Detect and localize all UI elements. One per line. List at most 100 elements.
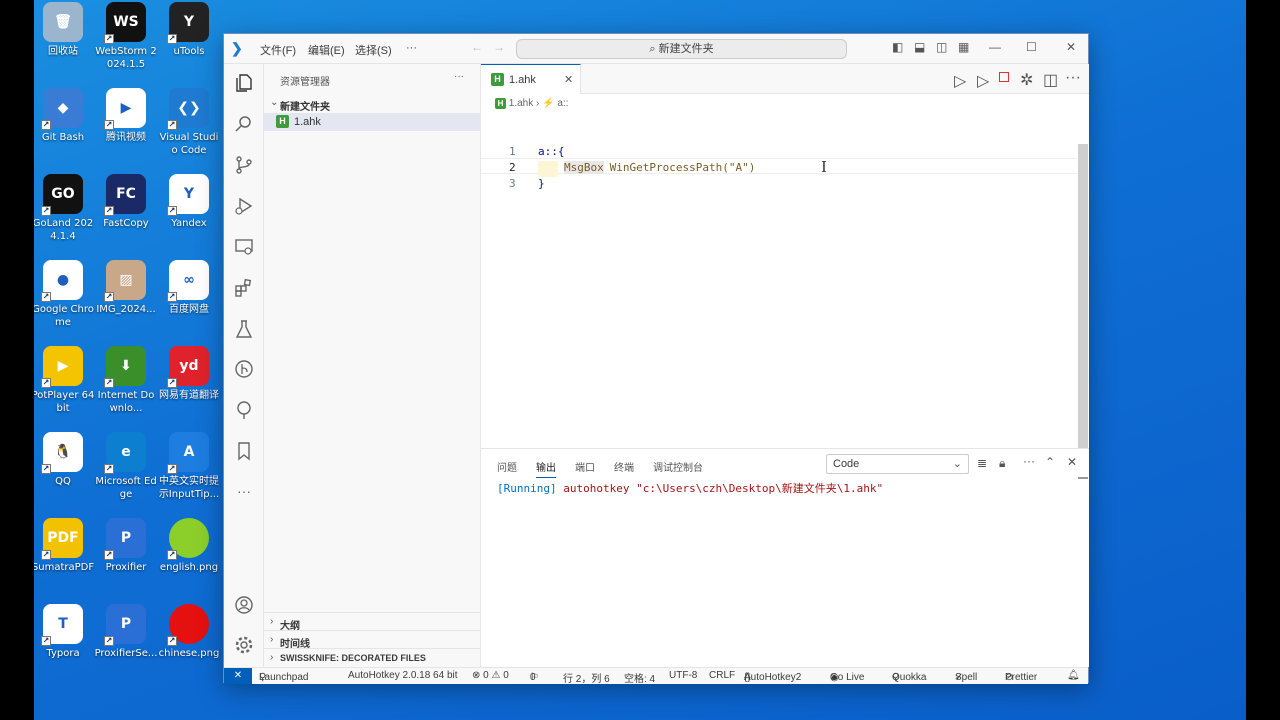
line-text: a::{ xyxy=(538,145,565,158)
debug-bug-icon[interactable]: ✲ xyxy=(1020,70,1033,90)
notifications-bell-icon[interactable]: 🔔︎ xyxy=(1067,670,1080,681)
source-control-icon[interactable] xyxy=(233,154,255,176)
tab-output[interactable]: 输出 xyxy=(536,459,556,478)
toggle-sidebar-icon[interactable]: ◧ xyxy=(892,40,903,54)
swissknife-section[interactable]: › SWISSKNIFE: DECORATED FILES xyxy=(264,648,480,666)
desktop-icon[interactable]: GO ↗ GoLand 2024.1.4 xyxy=(34,172,95,256)
indentation[interactable]: 空格: 4 xyxy=(624,670,655,685)
timeline-section[interactable]: › 时间线 xyxy=(264,630,480,650)
desktop-icon-label: ProxifierSe... xyxy=(94,648,158,659)
editor-scrollbar[interactable] xyxy=(1078,144,1088,452)
title-bar: ❯ 文件(F) 编辑(E) 选择(S) ··· ← → ⌕ 新建文件夹 ◧ ⬓ … xyxy=(224,34,1088,64)
msgbox-keyword: MsgBox xyxy=(564,161,604,174)
panel-scrollbar[interactable] xyxy=(1078,477,1088,479)
desktop-icon[interactable]: 🗑 回收站 xyxy=(34,0,95,84)
back-arrow-icon[interactable]: ← xyxy=(471,40,483,54)
forward-arrow-icon[interactable]: → xyxy=(493,40,505,54)
maximize-panel-icon[interactable]: ⌃ xyxy=(1045,455,1055,469)
breadcrumb-file[interactable]: 1.ahk xyxy=(509,98,533,109)
more-views-icon[interactable]: ··· xyxy=(233,480,255,502)
lock-icon[interactable]: 🔒︎ xyxy=(999,456,1005,471)
outline-section[interactable]: › 大纲 xyxy=(264,612,480,632)
app-icon: ▨ ↗ xyxy=(104,260,146,302)
extensions-icon[interactable] xyxy=(233,277,255,299)
desktop-icon[interactable]: e ↗ Microsoft Edge xyxy=(94,430,158,514)
desktop-icon[interactable]: Y ↗ Yandex xyxy=(157,172,221,256)
code-lines[interactable]: 1 a::{ 2 MsgBox WinGetProcessPath("A") 3… xyxy=(481,145,1077,193)
output-panel: 问题 输出 端口 终端 调试控制台 Code ⌄ ≣ 🔒︎ ··· ⌃ ✕ [R… xyxy=(481,448,1089,667)
clear-output-icon[interactable]: ≣ xyxy=(977,456,987,470)
menu-more[interactable]: ··· xyxy=(406,42,417,54)
chevron-right-icon: › xyxy=(270,616,274,627)
close-button[interactable]: ✕ xyxy=(1066,40,1076,54)
end-of-line[interactable]: CRLF xyxy=(709,670,735,681)
desktop-icon[interactable]: ▶ ↗ 腾讯视频 xyxy=(94,86,158,170)
explorer-more-button[interactable]: ··· xyxy=(454,71,464,82)
folder-row[interactable]: ⌄ 新建文件夹 xyxy=(264,96,480,113)
testing-flask-icon[interactable] xyxy=(233,318,255,340)
ahk-version[interactable]: AutoHotkey 2.0.18 64 bit xyxy=(348,670,458,681)
explorer-sidebar: 资源管理器 ··· ⌄ 新建文件夹 H 1.ahk › 大纲 › 时间线 › S… xyxy=(264,64,481,667)
problems-count[interactable]: ⊗ 0 ⚠ 0 xyxy=(472,670,509,681)
cursor-position[interactable]: 行 2，列 6 xyxy=(563,670,610,685)
desktop-icon[interactable]: PDF ↗ SumatraPDF xyxy=(34,516,95,600)
desktop-icon[interactable]: ▨ ↗ IMG_2024... xyxy=(94,258,158,342)
bookmarks-icon[interactable] xyxy=(233,440,255,462)
explorer-icon[interactable] xyxy=(233,72,255,94)
breadcrumb-symbol[interactable]: a:: xyxy=(557,98,568,109)
editor-more-icon[interactable]: ··· xyxy=(1065,69,1081,87)
desktop-icon[interactable]: ◆ ↗ Git Bash xyxy=(34,86,95,170)
minimize-button[interactable]: — xyxy=(989,40,1001,54)
toggle-secondary-sidebar-icon[interactable]: ◫ xyxy=(936,40,947,54)
stop-icon[interactable] xyxy=(999,72,1009,82)
tab-problems[interactable]: 问题 xyxy=(497,459,517,474)
customize-layout-icon[interactable]: ▦ xyxy=(958,40,969,54)
desktop-icon[interactable]: T ↗ Typora xyxy=(34,602,95,686)
tab-1-ahk[interactable]: H 1.ahk ✕ xyxy=(481,64,581,94)
run-code-icon[interactable]: ▷ xyxy=(977,71,989,91)
desktop-icon[interactable]: WS ↗ WebStorm 2024.1.5 xyxy=(94,0,158,84)
split-editor-icon[interactable]: ◫ xyxy=(1043,70,1058,90)
desktop-icon[interactable]: P ↗ ProxifierSe... xyxy=(94,602,158,686)
desktop-icon-label: Visual Studio Code xyxy=(159,132,219,156)
maximize-button[interactable]: ☐ xyxy=(1026,40,1037,54)
desktop-icon[interactable]: ▶ ↗ PotPlayer 64 bit xyxy=(34,344,95,428)
remote-indicator[interactable]: ✕ xyxy=(224,668,252,684)
menu-file[interactable]: 文件(F) xyxy=(260,42,296,58)
desktop-icon[interactable]: ↗ chinese.png xyxy=(157,602,221,686)
desktop-icon[interactable]: ❮❯ ↗ Visual Studio Code xyxy=(157,86,221,170)
desktop-icon[interactable]: P ↗ Proxifier xyxy=(94,516,158,600)
git-graph-icon[interactable] xyxy=(233,358,255,380)
desktop-icon[interactable]: FC ↗ FastCopy xyxy=(94,172,158,256)
output-channel-select[interactable]: Code ⌄ xyxy=(826,454,969,474)
menu-edit[interactable]: 编辑(E) xyxy=(308,42,345,58)
desktop-icon[interactable]: ● ↗ Google Chrome xyxy=(34,258,95,342)
run-debug-icon[interactable] xyxy=(233,195,255,217)
menu-selection[interactable]: 选择(S) xyxy=(355,42,392,58)
accounts-icon[interactable] xyxy=(233,594,255,616)
tree-view-icon[interactable] xyxy=(233,399,255,421)
search-icon[interactable] xyxy=(233,113,255,135)
tab-debug-console[interactable]: 调试控制台 xyxy=(653,459,703,474)
shortcut-arrow-icon: ↗ xyxy=(41,378,51,388)
command-center-search[interactable]: ⌕ 新建文件夹 xyxy=(516,39,847,59)
app-icon: ↗ xyxy=(167,518,209,560)
desktop-icon[interactable]: ↗ english.png xyxy=(157,516,221,600)
desktop-icon[interactable]: 🐧 ↗ QQ xyxy=(34,430,95,514)
close-panel-icon[interactable]: ✕ xyxy=(1067,455,1077,469)
remote-explorer-icon[interactable] xyxy=(233,236,255,258)
tab-terminal[interactable]: 终端 xyxy=(614,459,634,474)
encoding[interactable]: UTF-8 xyxy=(669,670,697,681)
desktop-icon[interactable]: ⬇ ↗ Internet Downlo... xyxy=(94,344,158,428)
desktop-icon[interactable]: A ↗ 中英文实时提示InputTip... xyxy=(157,430,221,514)
toggle-panel-icon[interactable]: ⬓ xyxy=(914,40,925,54)
desktop-icon[interactable]: ∞ ↗ 百度网盘 xyxy=(157,258,221,342)
tab-ports[interactable]: 端口 xyxy=(575,459,595,474)
settings-gear-icon[interactable] xyxy=(233,634,255,656)
file-row-1-ahk[interactable]: H 1.ahk xyxy=(264,113,480,131)
close-tab-icon[interactable]: ✕ xyxy=(564,73,573,86)
desktop-icon[interactable]: Y ↗ uTools xyxy=(157,0,221,84)
panel-more-icon[interactable]: ··· xyxy=(1023,454,1035,468)
run-file-icon[interactable]: ▷ xyxy=(954,71,966,91)
desktop-icon[interactable]: yd ↗ 网易有道翻译 xyxy=(157,344,221,428)
